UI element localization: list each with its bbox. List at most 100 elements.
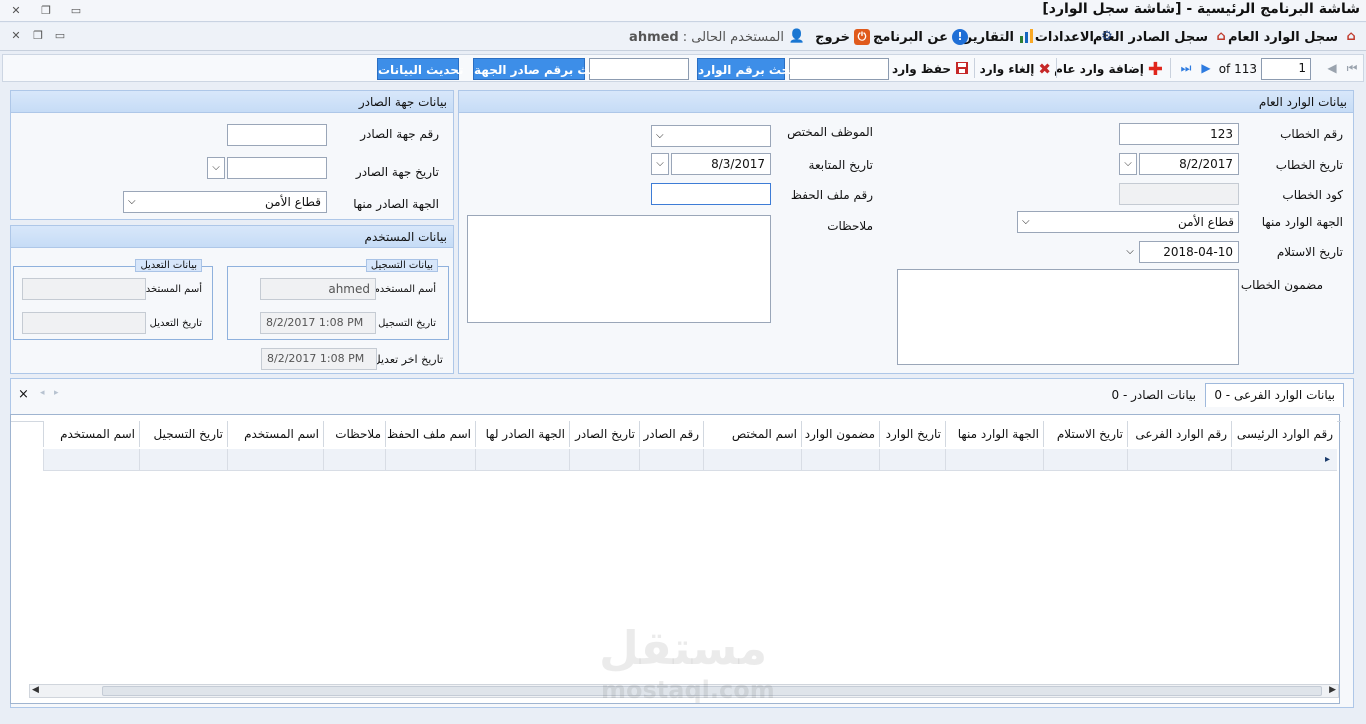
chevron-down-icon[interactable]: ⌵ [1119, 153, 1137, 175]
prev-record-icon[interactable]: ◀ [1325, 58, 1339, 78]
issued-from-select[interactable]: قطاع الأمن ⌵ [123, 191, 327, 213]
column-header[interactable]: رقم الوارد الفرعى [1127, 421, 1231, 447]
grid-cell[interactable] [227, 449, 323, 471]
column-header[interactable]: رقم الوارد الرئيسى [1231, 421, 1337, 447]
close-tab-icon[interactable]: × [18, 387, 29, 402]
column-header[interactable]: تاريخ الصادر [569, 421, 639, 447]
edit-date-input[interactable] [22, 312, 146, 334]
column-header[interactable]: تاريخ الاستلام [1043, 421, 1127, 447]
record-total: of 113 [1218, 62, 1257, 76]
chevron-down-icon[interactable]: ⌵ [1121, 241, 1139, 263]
grid-cell[interactable] [879, 449, 945, 471]
separator [974, 58, 975, 78]
followup-date-input[interactable]: 8/3/2017 [671, 153, 771, 175]
menu-incoming-register[interactable]: ⌂ سجل الوارد العام [1228, 27, 1360, 47]
column-header[interactable]: الجهة الوارد منها [945, 421, 1043, 447]
grid-cell[interactable] [385, 449, 475, 471]
cancel-incoming-button[interactable]: ✖ إلغاء وارد [980, 58, 1051, 80]
minimize-child-icon[interactable]: ▭ [52, 29, 68, 43]
close-window-icon[interactable]: ✕ [8, 4, 24, 18]
grid-cell[interactable] [139, 449, 227, 471]
content-textarea[interactable] [897, 269, 1239, 365]
tab-scroll-left-icon[interactable]: ◂ [40, 388, 45, 398]
grid-cell[interactable] [1127, 449, 1231, 471]
notes-textarea[interactable] [467, 215, 771, 323]
current-user-name: ahmed [629, 29, 679, 45]
letter-date-input[interactable]: 8/2/2017 [1139, 153, 1239, 175]
notes-label: ملاحظات [827, 219, 873, 233]
source-label: الجهة الوارد منها [1261, 215, 1343, 229]
save-incoming-button[interactable]: حفظ وارد [892, 58, 969, 80]
last-record-icon[interactable]: ⏭ [1179, 58, 1193, 78]
column-header[interactable]: مضمون الوارد [801, 421, 879, 447]
tab-sub-incoming[interactable]: بيانات الوارد الفرعى - 0 [1205, 383, 1344, 407]
restore-window-icon[interactable]: ❐ [38, 4, 54, 18]
current-user-label: المستخدم الحالى : [682, 29, 784, 45]
menu-settings[interactable]: ⚙ الاعدادات [1035, 27, 1116, 47]
grid-cell[interactable] [1231, 449, 1337, 471]
minimize-window-icon[interactable]: ▭ [68, 4, 84, 18]
menu-label: التقارير [964, 29, 1014, 45]
column-header[interactable]: اسم ملف الحفظ [385, 421, 475, 447]
letter-date-label: تاريخ الخطاب [1275, 158, 1343, 172]
grid-cell[interactable] [639, 449, 703, 471]
menu-exit[interactable]: ⏻ خروج [815, 27, 870, 47]
content-label: مضمون الخطاب [1240, 278, 1323, 292]
column-header[interactable]: اسم المستخدم [43, 421, 139, 447]
grid-cell[interactable] [475, 449, 569, 471]
reg-user-input[interactable]: ahmed [260, 278, 376, 300]
next-record-icon[interactable]: ▶ [1199, 58, 1213, 78]
source-select[interactable]: قطاع الأمن ⌵ [1017, 211, 1239, 233]
edit-user-input[interactable] [22, 278, 146, 300]
scroll-left-icon[interactable]: ◀ [32, 685, 39, 695]
grid-cell[interactable] [801, 449, 879, 471]
column-header[interactable]: تاريخ التسجيل [139, 421, 227, 447]
letter-code-input[interactable] [1119, 183, 1239, 205]
menu-label: الاعدادات [1034, 29, 1094, 45]
employee-select[interactable]: ⌵ [651, 125, 771, 147]
grid-cell[interactable] [703, 449, 801, 471]
column-header[interactable]: ملاحظات [323, 421, 385, 447]
data-grid: رقم الوارد الرئيسى رقم الوارد الفرعى تاريخ… [10, 414, 1341, 704]
general-incoming-panel: بيانات الوارد العام رقم الخطاب 123 تاريخ… [458, 90, 1354, 374]
add-incoming-button[interactable]: ✚ إضافة وارد عام [1054, 58, 1163, 80]
reg-date-input[interactable]: 8/2/2017 1:08 PM [260, 312, 376, 334]
column-header[interactable]: رقم الصادر [639, 421, 703, 447]
refresh-button[interactable]: تحديث البيانات [377, 58, 463, 80]
record-position-input[interactable]: 1 [1261, 58, 1311, 80]
source-value: قطاع الأمن [1178, 215, 1234, 229]
search-outgoing-input[interactable] [589, 58, 689, 80]
file-no-input[interactable] [651, 183, 771, 205]
issued-from-label: الجهة الصادر منها [353, 197, 439, 211]
close-child-icon[interactable]: ✕ [8, 29, 24, 43]
grid-cell[interactable] [323, 449, 385, 471]
chevron-down-icon[interactable]: ⌵ [651, 153, 669, 175]
tab-scroll-right-icon[interactable]: ▸ [54, 388, 59, 398]
grid-cell[interactable] [43, 449, 139, 471]
scroll-right-icon[interactable]: ▶ [1329, 685, 1336, 695]
separator [1170, 58, 1171, 78]
chevron-down-icon[interactable]: ⌵ [207, 157, 225, 179]
tab-outgoing[interactable]: بيانات الصادر - 0 [1103, 384, 1204, 408]
menu-about[interactable]: ! عن البرنامج [873, 27, 968, 47]
last-edit-input[interactable]: 8/2/2017 1:08 PM [261, 348, 377, 370]
column-header[interactable]: تاريخ الوارد [879, 421, 945, 447]
cancel-incoming-label: إلغاء وارد [979, 62, 1035, 76]
letter-no-input[interactable]: 123 [1119, 123, 1239, 145]
column-header[interactable]: اسم المختص [703, 421, 801, 447]
search-incoming-input[interactable] [789, 58, 889, 80]
column-header[interactable]: اسم المستخدم [227, 421, 323, 447]
grid-cell[interactable] [1043, 449, 1127, 471]
menu-reports[interactable]: التقارير [965, 27, 1036, 47]
search-outgoing-button[interactable]: بحث برقم صادر الجهة [473, 58, 603, 80]
issuer-no-input[interactable] [227, 124, 327, 146]
grid-cell[interactable] [569, 449, 639, 471]
first-record-icon[interactable]: ⏮ [1345, 58, 1359, 78]
issuer-date-input[interactable] [227, 157, 327, 179]
receipt-date-input[interactable]: 2018-04-10 [1139, 241, 1239, 263]
column-header[interactable]: الجهة الصادر لها [475, 421, 569, 447]
restore-child-icon[interactable]: ❐ [30, 29, 46, 43]
grid-cell[interactable] [945, 449, 1043, 471]
home-icon: ⌂ [1346, 29, 1356, 44]
search-incoming-button[interactable]: بحث برقم الوارد [697, 58, 795, 80]
